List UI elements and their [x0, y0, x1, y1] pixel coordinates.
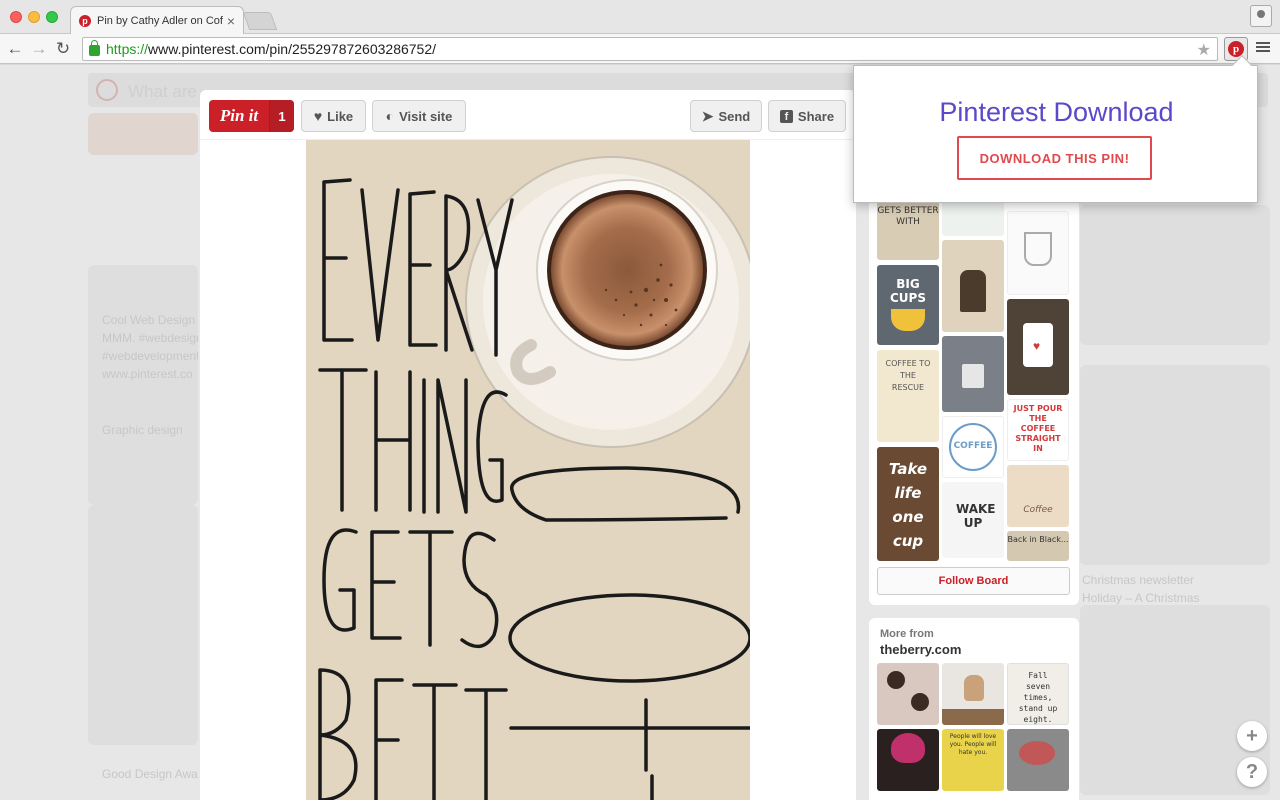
- board-thumb[interactable]: [1007, 211, 1069, 295]
- board-thumb[interactable]: COFFEE: [942, 416, 1004, 478]
- more-from-card: More from theberry.com Fall seven times,…: [869, 618, 1079, 800]
- pin-action-bar: Pin it 1 ♥ Like ◐ Visit site ➤ Send f Share: [200, 90, 856, 140]
- help-float-button[interactable]: ?: [1237, 757, 1267, 787]
- reload-button[interactable]: ↻: [52, 38, 74, 60]
- background-search-text: What are: [128, 82, 197, 101]
- coffee-crema: [551, 194, 703, 346]
- coffee-artwork: [306, 140, 750, 800]
- background-card: [88, 505, 198, 745]
- board-thumb[interactable]: BIG CUPS: [877, 265, 939, 345]
- background-pinner: Graphic design: [102, 423, 183, 437]
- board-thumb[interactable]: Back in Black...: [1007, 531, 1069, 561]
- bookmark-star-icon[interactable]: ★: [1197, 40, 1211, 60]
- board-thumb[interactable]: [942, 240, 1004, 332]
- board-thumb[interactable]: GETS BETTER WITH: [877, 200, 939, 260]
- follow-board-button[interactable]: Follow Board: [877, 567, 1070, 595]
- background-card: [88, 265, 198, 505]
- heart-icon: ♥: [313, 108, 323, 124]
- pin-card: Pin it 1 ♥ Like ◐ Visit site ➤ Send f Share: [200, 90, 856, 800]
- pin-it-label: Pin it: [219, 106, 259, 125]
- share-button[interactable]: f Share: [768, 100, 846, 132]
- board-thumb[interactable]: Take life one cup: [877, 447, 939, 561]
- board-thumb[interactable]: JUST POUR THE COFFEE STRAIGHT IN: [1007, 399, 1069, 461]
- board-thumb[interactable]: [942, 200, 1004, 236]
- add-pin-float-button[interactable]: +: [1237, 721, 1267, 751]
- site-thumb[interactable]: [942, 663, 1004, 725]
- paper-plane-icon: ➤: [701, 107, 714, 124]
- visit-site-button[interactable]: ◐ Visit site: [372, 100, 466, 132]
- site-thumb[interactable]: Fall seven times, stand up eight.: [1007, 663, 1069, 725]
- board-thumb[interactable]: Coffee: [1007, 465, 1069, 527]
- forward-button[interactable]: →: [28, 38, 50, 60]
- globe-icon: ◐: [385, 108, 395, 124]
- window-maximize-button[interactable]: [46, 11, 58, 23]
- facebook-icon: f: [779, 109, 793, 123]
- window-close-button[interactable]: [10, 11, 22, 23]
- popup-title: Pinterest Download: [939, 97, 1174, 127]
- browser-tab[interactable]: p Pin by Cathy Adler on Coff ×: [70, 6, 244, 34]
- site-thumb[interactable]: [877, 729, 939, 791]
- pin-image[interactable]: [306, 140, 750, 800]
- background-caption: Good Design Awa: [102, 767, 198, 781]
- background-related-text: Christmas newsletter Holiday – A Christm…: [1082, 573, 1200, 605]
- url-text: https://www.pinterest.com/pin/2552978726…: [106, 41, 437, 57]
- pin-count: 1: [269, 100, 294, 132]
- pin-it-button[interactable]: Pin it 1: [209, 100, 294, 132]
- send-button[interactable]: ➤ Send: [690, 100, 762, 132]
- site-thumb[interactable]: [1007, 729, 1069, 791]
- chrome-menu-icon[interactable]: [1256, 40, 1270, 56]
- background-description: Cool Web Design MMM. #webdesign #webdeve…: [102, 313, 198, 381]
- site-thumb[interactable]: [877, 663, 939, 725]
- address-bar[interactable]: https://www.pinterest.com/pin/2552978726…: [82, 37, 1218, 61]
- background-card: [1080, 205, 1270, 345]
- board-thumb[interactable]: ♥: [1007, 299, 1069, 395]
- background-pinterest-logo-icon: [96, 79, 118, 101]
- board-thumb[interactable]: [942, 336, 1004, 412]
- window-minimize-button[interactable]: [28, 11, 40, 23]
- background-card: [1080, 365, 1270, 565]
- browser-titlebar: p Pin by Cathy Adler on Coff ×: [0, 0, 1280, 34]
- download-pin-button[interactable]: DOWNLOAD THIS PIN!: [957, 136, 1152, 180]
- profile-icon[interactable]: [1250, 5, 1272, 27]
- site-thumb[interactable]: People will love you. People will hate y…: [942, 729, 1004, 791]
- more-from-label: More from: [880, 628, 934, 640]
- board-thumb[interactable]: WAKE UP: [942, 482, 1004, 558]
- board-thumb[interactable]: COFFEE TO THE RESCUE: [877, 350, 939, 442]
- board-card: GETS BETTER WITH BIG CUPS COFFEE TO THE …: [869, 195, 1079, 605]
- like-button[interactable]: ♥ Like: [301, 100, 366, 132]
- pinterest-favicon-icon: p: [79, 14, 91, 27]
- tab-title: Pin by Cathy Adler on Coff: [97, 14, 223, 27]
- more-from-site[interactable]: theberry.com: [880, 642, 961, 657]
- tab-close-icon[interactable]: ×: [227, 14, 235, 28]
- back-button[interactable]: ←: [4, 38, 26, 60]
- background-card: [88, 113, 198, 155]
- lock-icon: [89, 40, 100, 56]
- pinterest-download-popup: Pinterest Download DOWNLOAD THIS PIN!: [853, 55, 1258, 203]
- new-tab-button[interactable]: [242, 12, 278, 30]
- browser-toolbar: ← → ↻ https://www.pinterest.com/pin/2552…: [0, 34, 1280, 64]
